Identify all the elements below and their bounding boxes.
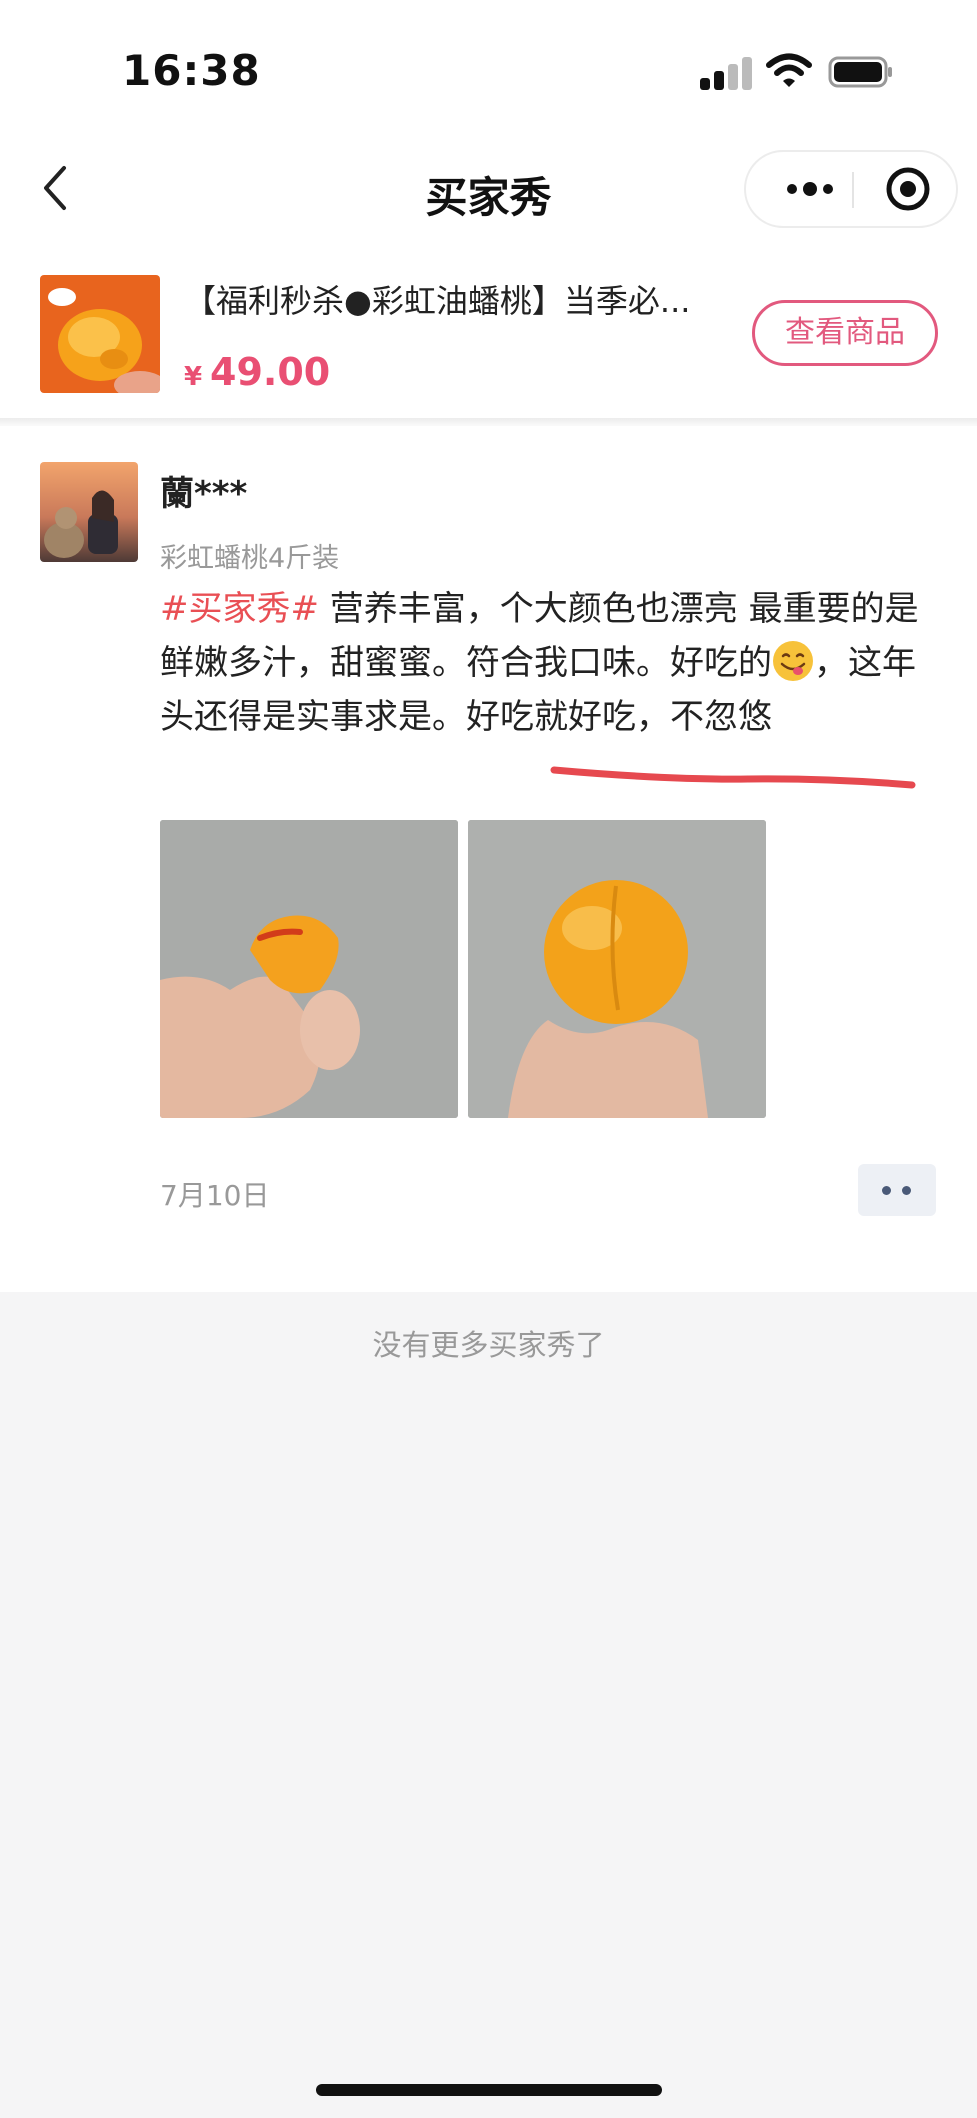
review-text: #买家秀# 营养丰富，个大颜色也漂亮 最重要的是鲜嫩多汁，甜蜜蜜。符合我口味。好… [160, 582, 944, 744]
home-indicator[interactable] [316, 2084, 662, 2096]
view-product-button[interactable]: 查看商品 [752, 300, 938, 366]
battery-icon [828, 56, 892, 88]
price-currency: ¥ [184, 362, 203, 392]
hashtag-link[interactable]: #买家秀# [160, 589, 319, 629]
product-spec: 彩虹蟠桃4斤装 [160, 543, 340, 574]
review-more-button[interactable] [858, 1164, 936, 1216]
red-underline-annotation [550, 766, 916, 789]
wifi-icon [766, 53, 812, 87]
close-target-icon[interactable] [874, 152, 954, 226]
product-title[interactable]: 【福利秒杀●彩虹油蟠桃】当季必... [184, 276, 744, 322]
product-thumbnail[interactable] [40, 275, 160, 393]
review-photo[interactable] [160, 820, 458, 1118]
status-time: 16:38 [122, 46, 261, 95]
yum-emoji-icon [773, 641, 813, 681]
divider [0, 418, 977, 426]
product-price: 49.00 [210, 350, 331, 394]
review-photo[interactable] [468, 820, 766, 1118]
mini-program-capsule [744, 150, 958, 228]
capsule-divider [852, 172, 854, 208]
no-more-notice: 没有更多买家秀了 [372, 1328, 605, 1362]
review-date: 7月10日 [160, 1179, 270, 1212]
reviewer-name: 蘭*** [160, 474, 248, 514]
cellular-signal-icon [700, 56, 752, 90]
avatar[interactable] [40, 462, 138, 562]
